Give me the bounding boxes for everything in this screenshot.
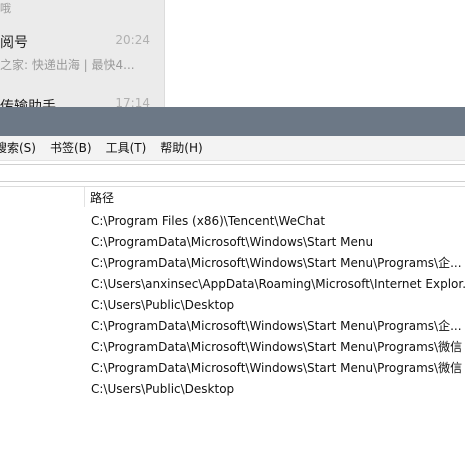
results-table: 路径 C:\Program Files (x86)\Tencent\WeChat… (0, 187, 465, 447)
table-row[interactable]: C:\Users\Public\Desktop (91, 379, 465, 400)
table-row[interactable]: C:\ProgramData\Microsoft\Windows\Start M… (91, 358, 465, 379)
table-row[interactable]: C:\ProgramData\Microsoft\Windows\Start M… (91, 316, 465, 337)
screen: 哦 阅号 20:24 之家: 快递出海 | 最快4... 传输助手 17:14 … (0, 0, 465, 452)
table-row[interactable]: C:\Users\anxinsec\AppData\Roaming\Micros… (91, 274, 465, 295)
column-header-path[interactable]: 路径 (90, 189, 114, 206)
results-rows: C:\Program Files (x86)\Tencent\WeChat C:… (91, 211, 465, 400)
menu-bar: 搜索(S) 书签(B) 工具(T) 帮助(H) (0, 136, 465, 161)
search-input[interactable] (0, 164, 465, 182)
table-row[interactable]: C:\Users\Public\Desktop (91, 295, 465, 316)
window-titlebar[interactable] (0, 107, 465, 136)
chat-item-name: 阅号 (0, 35, 28, 51)
chat-list: 哦 阅号 20:24 之家: 快递出海 | 最快4... 传输助手 17:14 (0, 0, 165, 108)
background-chat-window: 哦 阅号 20:24 之家: 快递出海 | 最快4... 传输助手 17:14 (0, 0, 465, 108)
chat-item-time: 20:24 (115, 33, 150, 47)
table-row[interactable]: C:\ProgramData\Microsoft\Windows\Start M… (91, 232, 465, 253)
menu-help[interactable]: 帮助(H) (153, 136, 209, 160)
table-row[interactable]: C:\ProgramData\Microsoft\Windows\Start M… (91, 337, 465, 358)
search-toolbar (0, 164, 465, 187)
chat-item-preview: 之家: 快递出海 | 最快4... (0, 58, 135, 72)
menu-bookmarks[interactable]: 书签(B) (43, 136, 99, 160)
table-row[interactable]: C:\Program Files (x86)\Tencent\WeChat (91, 211, 465, 232)
menu-tools[interactable]: 工具(T) (99, 136, 154, 160)
table-row[interactable]: C:\ProgramData\Microsoft\Windows\Start M… (91, 253, 465, 274)
menu-search[interactable]: 搜索(S) (0, 136, 43, 160)
chat-list-cut-text: 哦 (0, 2, 11, 15)
search-window: 搜索(S) 书签(B) 工具(T) 帮助(H) 路径 C:\Program Fi… (0, 107, 465, 452)
column-divider[interactable] (84, 187, 85, 207)
